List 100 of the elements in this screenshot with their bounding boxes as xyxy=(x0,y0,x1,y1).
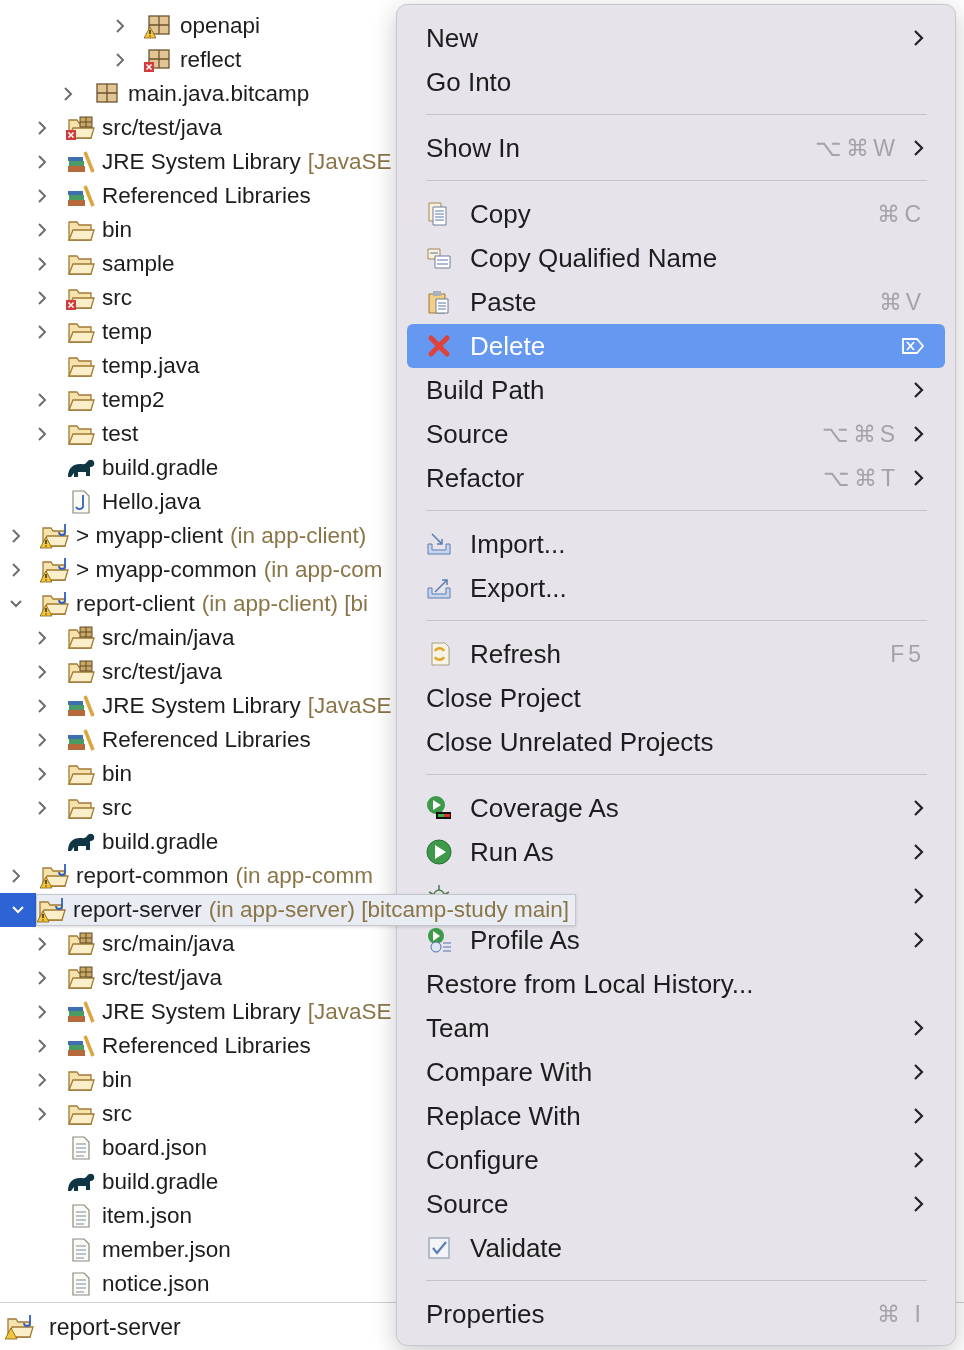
shortcut-text: ⌘V xyxy=(878,288,925,316)
chevron-icon[interactable] xyxy=(114,19,126,33)
menu-item[interactable]: Show In ⌥⌘W xyxy=(407,126,945,170)
menu-item[interactable]: Replace With xyxy=(407,1094,945,1138)
chevron-icon[interactable] xyxy=(36,665,48,679)
tree-item-label[interactable]: build.gradle xyxy=(102,829,219,855)
menu-item[interactable]: Build Path xyxy=(407,368,945,412)
tree-item-label[interactable]: test xyxy=(102,421,139,447)
menu-item[interactable]: Restore from Local History... xyxy=(407,962,945,1006)
shortcut-text: F5 xyxy=(890,640,925,668)
menu-item[interactable]: Properties ⌘ I xyxy=(407,1292,945,1336)
tree-item-label[interactable]: src xyxy=(102,1101,132,1127)
tree-item-label[interactable]: src xyxy=(102,795,132,821)
tree-item-label[interactable]: report-client xyxy=(76,591,195,617)
tree-item-label[interactable]: openapi xyxy=(180,13,261,39)
chevron-icon[interactable] xyxy=(36,257,48,271)
chevron-icon[interactable] xyxy=(36,699,48,713)
tree-item-label[interactable]: temp.java xyxy=(102,353,200,379)
chevron-icon[interactable] xyxy=(36,223,48,237)
menu-item[interactable]: Run As xyxy=(407,830,945,874)
source-folder-icon xyxy=(66,965,96,991)
menu-item[interactable]: Close Project xyxy=(407,676,945,720)
tree-item-label[interactable]: report-server xyxy=(73,897,202,923)
chevron-icon[interactable] xyxy=(36,393,48,407)
menu-item[interactable]: Compare With xyxy=(407,1050,945,1094)
chevron-icon[interactable] xyxy=(36,155,48,169)
shortcut-text: ⌘ I xyxy=(877,1300,925,1328)
chevron-icon[interactable] xyxy=(36,971,48,985)
tree-item-label[interactable]: item.json xyxy=(102,1203,193,1229)
tree-item-label[interactable]: src/test/java xyxy=(102,115,223,141)
menu-item[interactable]: Team xyxy=(407,1006,945,1050)
menu-item[interactable]: New xyxy=(407,16,945,60)
tree-item-label[interactable]: src xyxy=(102,285,132,311)
menu-item[interactable]: Copy ⌘C xyxy=(407,192,945,236)
tree-item-decoration: [JavaSE xyxy=(307,693,392,719)
tree-item-label[interactable]: src/test/java xyxy=(102,965,223,991)
menu-item[interactable]: Refactor ⌥⌘T xyxy=(407,456,945,500)
books-icon xyxy=(66,1033,96,1059)
tree-item-label[interactable]: temp2 xyxy=(102,387,165,413)
menu-item[interactable]: Export... xyxy=(407,566,945,610)
chevron-icon[interactable] xyxy=(36,291,48,305)
tree-item-label[interactable]: Referenced Libraries xyxy=(102,727,311,753)
menu-item[interactable]: Copy Qualified Name xyxy=(407,236,945,280)
tree-item-label[interactable]: member.json xyxy=(102,1237,231,1263)
chevron-icon[interactable] xyxy=(10,869,22,883)
chevron-icon[interactable] xyxy=(36,189,48,203)
tree-item-decoration: [JavaSE xyxy=(307,149,392,175)
chevron-icon[interactable] xyxy=(10,563,22,577)
tree-item-label[interactable]: JRE System Library xyxy=(102,693,301,719)
tree-item-label[interactable]: sample xyxy=(102,251,175,277)
tree-item-label[interactable]: bin xyxy=(102,761,133,787)
chevron-icon[interactable] xyxy=(36,121,48,135)
menu-item[interactable]: Go Into xyxy=(407,60,945,104)
chevron-icon[interactable] xyxy=(36,631,48,645)
tree-item-label[interactable]: src/main/java xyxy=(102,931,235,957)
tree-item-label[interactable]: src/main/java xyxy=(102,625,235,651)
tree-item-label[interactable]: JRE System Library xyxy=(102,999,301,1025)
chevron-icon[interactable] xyxy=(36,767,48,781)
chevron-icon[interactable] xyxy=(114,53,126,67)
tree-item-label[interactable]: main.java.bitcamp xyxy=(128,81,310,107)
chevron-icon[interactable] xyxy=(36,801,48,815)
menu-item[interactable]: Configure xyxy=(407,1138,945,1182)
chevron-icon[interactable] xyxy=(62,87,74,101)
tree-item-label[interactable]: build.gradle xyxy=(102,1169,219,1195)
tree-item-label[interactable]: bin xyxy=(102,217,133,243)
menu-item[interactable]: Import... xyxy=(407,522,945,566)
documents-icon xyxy=(426,245,452,271)
tree-item-label[interactable]: Referenced Libraries xyxy=(102,1033,311,1059)
tree-item-label[interactable]: Referenced Libraries xyxy=(102,183,311,209)
tree-item-label[interactable]: build.gradle xyxy=(102,455,219,481)
chevron-icon[interactable] xyxy=(36,325,48,339)
menu-item[interactable]: Validate xyxy=(407,1226,945,1270)
menu-item[interactable]: Refresh F5 xyxy=(407,632,945,676)
books-icon xyxy=(66,693,96,719)
chevron-icon[interactable] xyxy=(36,733,48,747)
menu-item[interactable]: Coverage As xyxy=(407,786,945,830)
menu-item[interactable]: Paste ⌘V xyxy=(407,280,945,324)
tree-item-label[interactable]: > myapp-client xyxy=(76,523,223,549)
tree-item-label[interactable]: Hello.java xyxy=(102,489,201,515)
source-folder-icon xyxy=(66,931,96,957)
tree-item-label[interactable]: JRE System Library xyxy=(102,149,301,175)
chevron-icon[interactable] xyxy=(36,427,48,441)
tree-item-label[interactable]: notice.json xyxy=(102,1271,210,1297)
chevron-icon[interactable] xyxy=(36,937,48,951)
tree-item-label[interactable]: board.json xyxy=(102,1135,208,1161)
chevron-icon[interactable] xyxy=(36,1073,48,1087)
tree-item-label[interactable]: report-common xyxy=(76,863,229,889)
menu-item[interactable]: Close Unrelated Projects xyxy=(407,720,945,764)
tree-item-label[interactable]: src/test/java xyxy=(102,659,223,685)
tree-item-label[interactable]: > myapp-common xyxy=(76,557,257,583)
chevron-icon[interactable] xyxy=(36,1039,48,1053)
chevron-icon[interactable] xyxy=(10,529,22,543)
tree-item-label[interactable]: temp xyxy=(102,319,153,345)
menu-item[interactable]: Source xyxy=(407,1182,945,1226)
tree-item-label[interactable]: bin xyxy=(102,1067,133,1093)
checkbox[interactable] xyxy=(426,1235,452,1261)
tree-item-label[interactable]: reflect xyxy=(180,47,242,73)
menu-item[interactable]: Source ⌥⌘S xyxy=(407,412,945,456)
chevron-icon[interactable] xyxy=(36,1107,48,1121)
chevron-icon[interactable] xyxy=(36,1005,48,1019)
